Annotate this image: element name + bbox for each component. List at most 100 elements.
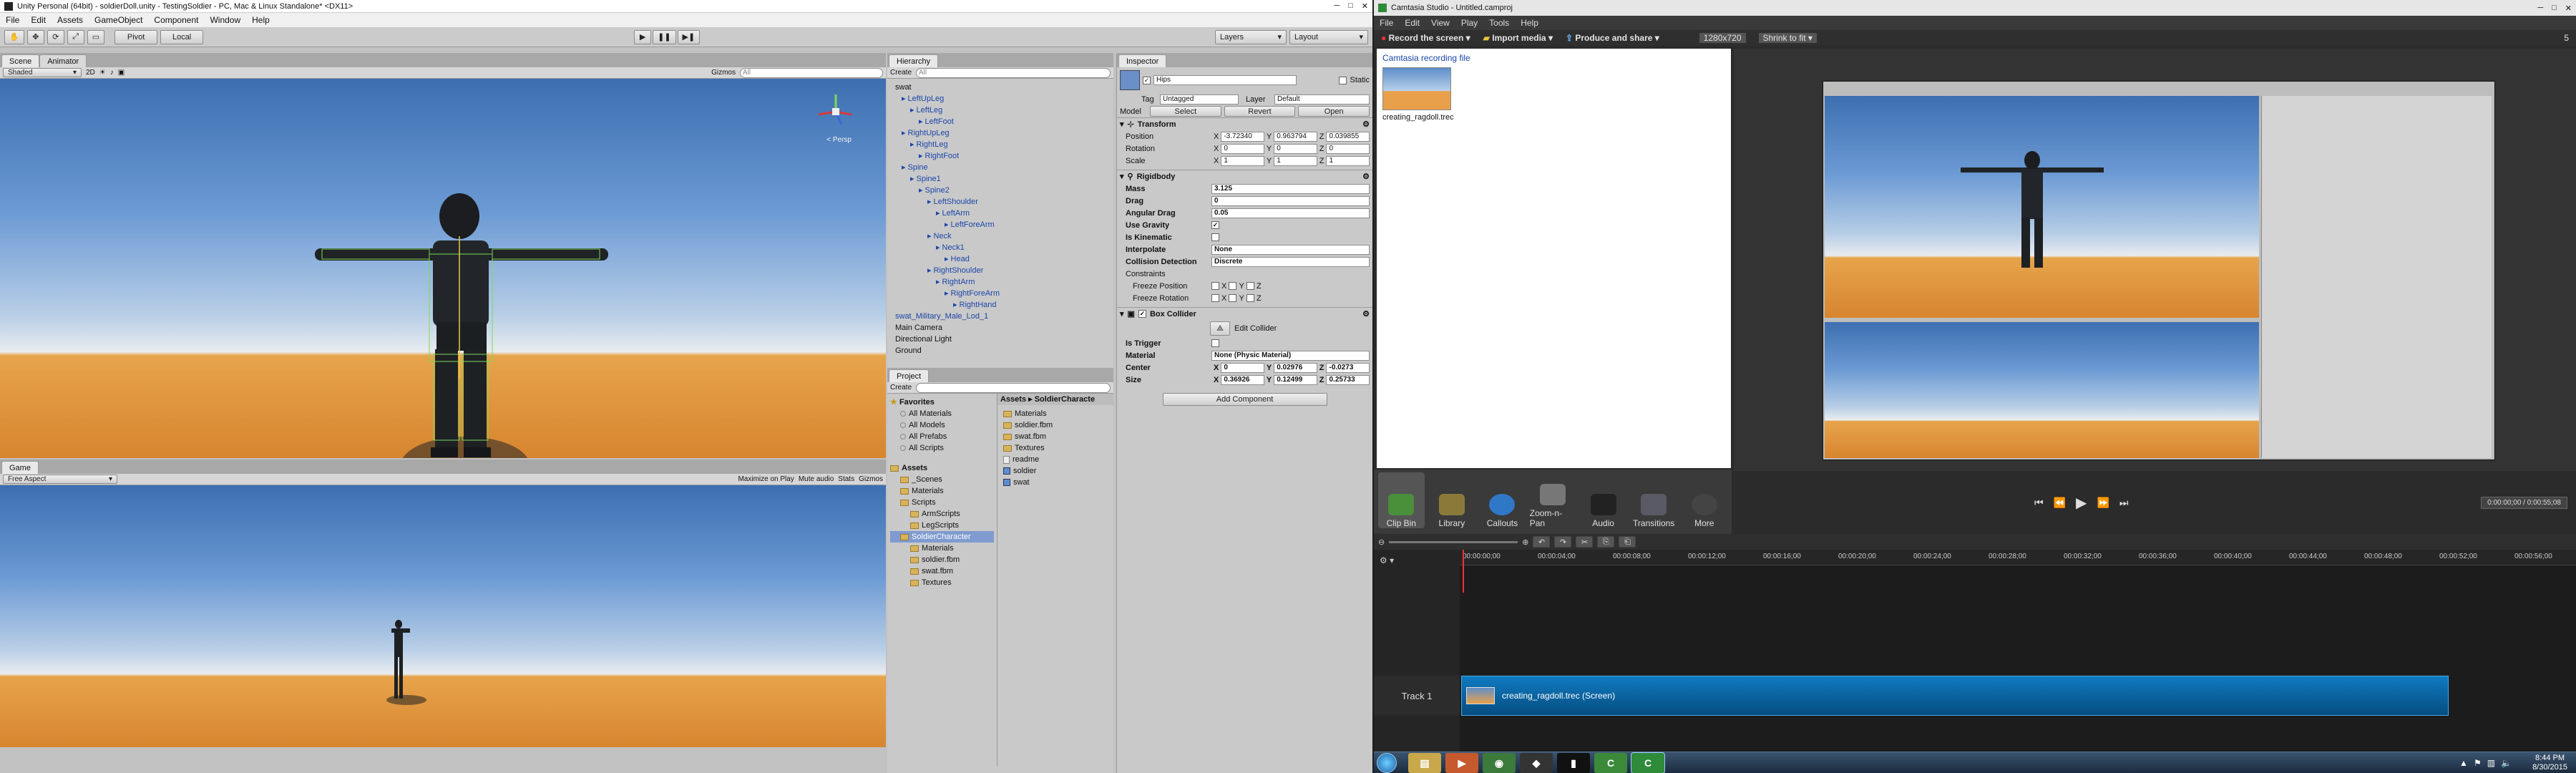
- scale-tool-icon[interactable]: ⤢: [67, 29, 84, 44]
- network-icon[interactable]: ▥: [2487, 758, 2495, 768]
- hierarchy-item[interactable]: ▸ Neck: [890, 230, 1111, 242]
- more-tab[interactable]: More: [1681, 472, 1727, 528]
- project-create-button[interactable]: Create: [890, 384, 912, 392]
- play-button[interactable]: ▶: [634, 29, 652, 44]
- asset-folder[interactable]: LegScripts: [890, 520, 994, 531]
- asset-folder[interactable]: swat.fbm: [890, 565, 994, 577]
- expand-arrow-icon[interactable]: ▸: [910, 140, 914, 149]
- hierarchy-item[interactable]: ▸ RightHand: [890, 299, 1111, 311]
- hierarchy-item[interactable]: ▸ RightArm: [890, 276, 1111, 288]
- favorite-item[interactable]: All Prefabs: [890, 431, 994, 442]
- transitions-tab[interactable]: Transitions: [1631, 472, 1677, 528]
- size-z-field[interactable]: 0.25733: [1326, 374, 1370, 385]
- select-button[interactable]: Select: [1150, 106, 1221, 117]
- mute-audio-toggle[interactable]: Mute audio: [799, 475, 834, 483]
- transform-rotation-y-field[interactable]: 0: [1274, 143, 1317, 154]
- asset-file[interactable]: soldier: [1000, 465, 1111, 477]
- tab-scene[interactable]: Scene: [1, 54, 40, 67]
- resolution-dropdown[interactable]: 1280x720: [1699, 33, 1746, 43]
- asset-folder[interactable]: Materials: [890, 543, 994, 554]
- start-button[interactable]: [1377, 753, 1397, 773]
- asset-file[interactable]: soldier.fbm: [1000, 419, 1111, 431]
- transform-scale-x-field[interactable]: 1: [1221, 155, 1264, 166]
- constraints-label[interactable]: Constraints: [1126, 270, 1211, 278]
- freeze-pos-z[interactable]: [1246, 282, 1254, 290]
- hierarchy-item[interactable]: swat: [890, 82, 1111, 93]
- hierarchy-item[interactable]: ▸ LeftForeArm: [890, 219, 1111, 230]
- asset-folder[interactable]: soldier.fbm: [890, 554, 994, 565]
- library-tab[interactable]: Library: [1429, 472, 1475, 528]
- 2d-toggle[interactable]: 2D: [86, 69, 95, 77]
- cam-menu-play[interactable]: Play: [1461, 18, 1478, 28]
- gear-icon[interactable]: ⚙: [1362, 120, 1370, 129]
- expand-arrow-icon[interactable]: ▸: [910, 106, 914, 115]
- expand-arrow-icon[interactable]: ▸: [927, 266, 932, 275]
- active-checkbox[interactable]: ✓: [1143, 76, 1151, 84]
- axis-x-label[interactable]: X: [1214, 157, 1219, 165]
- minimize-icon[interactable]: ─: [2537, 4, 2543, 13]
- scene-viewport[interactable]: < Persp: [0, 79, 886, 458]
- cam-menu-tools[interactable]: Tools: [1489, 18, 1509, 28]
- hierarchy-item[interactable]: ▸ Neck1: [890, 242, 1111, 253]
- drag-field[interactable]: 0: [1211, 195, 1370, 206]
- system-clock[interactable]: 8:44 PM 8/30/2015: [2532, 754, 2567, 772]
- expand-arrow-icon[interactable]: ▸: [945, 255, 949, 263]
- layers-dropdown[interactable]: Layers ▾: [1215, 29, 1287, 44]
- scene-gizmo-icon[interactable]: [814, 90, 857, 133]
- effects-icon[interactable]: ▣: [118, 69, 125, 77]
- step-button[interactable]: ▶❚: [677, 29, 701, 44]
- expand-arrow-icon[interactable]: ▸: [919, 117, 923, 126]
- pause-button[interactable]: ❚❚: [653, 29, 676, 44]
- transform-header[interactable]: ▾ ⊹ Transform ⚙: [1117, 117, 1372, 130]
- hierarchy-item[interactable]: Main Camera: [890, 322, 1111, 334]
- axis-z-label[interactable]: Z: [1319, 132, 1324, 141]
- forward-button[interactable]: ⏩: [2097, 497, 2109, 509]
- next-button[interactable]: ⏭: [2119, 497, 2129, 509]
- hierarchy-item[interactable]: ▸ LeftUpLeg: [890, 93, 1111, 104]
- asset-folder[interactable]: _Scenes: [890, 474, 994, 485]
- timeline-ruler[interactable]: 00:00:00;00 00:00:04;00 00:00:08;00 00:00:1…: [1460, 550, 2576, 565]
- expand-arrow-icon[interactable]: ▸: [902, 94, 906, 103]
- asset-file[interactable]: readme: [1000, 454, 1111, 465]
- angular-drag-field[interactable]: 0.05: [1211, 208, 1370, 218]
- track-1-header[interactable]: Track 1: [1374, 676, 1460, 716]
- expand-arrow-icon[interactable]: ▸: [936, 278, 940, 286]
- static-checkbox[interactable]: [1339, 76, 1347, 84]
- hierarchy-item[interactable]: swat_Military_Male_Lod_1: [890, 311, 1111, 322]
- material-field[interactable]: None (Physic Material): [1211, 350, 1370, 361]
- tray-arrow-icon[interactable]: ▲: [2459, 758, 2468, 768]
- hierarchy-item[interactable]: Ground: [890, 345, 1111, 356]
- zoom-slider[interactable]: [1389, 540, 1518, 543]
- tab-inspector[interactable]: Inspector: [1118, 54, 1167, 67]
- prev-button[interactable]: ⏮: [2034, 497, 2044, 509]
- track-1-clip[interactable]: creating_ragdoll.trec (Screen): [1461, 676, 2449, 716]
- hierarchy-create-button[interactable]: Create: [890, 69, 912, 77]
- media-player-icon[interactable]: ▶: [1445, 753, 1478, 773]
- game-viewport[interactable]: [0, 485, 886, 747]
- light-icon[interactable]: ☀: [99, 69, 106, 77]
- maximize-icon[interactable]: □: [1348, 1, 1353, 11]
- aspect-dropdown[interactable]: Free Aspect ▾: [3, 475, 117, 484]
- hierarchy-search-input[interactable]: All: [916, 67, 1111, 78]
- hierarchy-item[interactable]: ▸ LeftArm: [890, 208, 1111, 219]
- axis-z-label[interactable]: Z: [1319, 157, 1324, 165]
- cam-menu-view[interactable]: View: [1431, 18, 1450, 28]
- expand-arrow-icon[interactable]: ▸: [927, 198, 932, 206]
- hierarchy-item[interactable]: ▸ RightShoulder: [890, 265, 1111, 276]
- menu-edit[interactable]: Edit: [31, 15, 46, 25]
- rect-tool-icon[interactable]: ▭: [87, 29, 105, 44]
- box-collider-enabled[interactable]: ✓: [1138, 310, 1146, 318]
- use-gravity-checkbox[interactable]: ✓: [1211, 221, 1219, 229]
- expand-arrow-icon[interactable]: ▸: [919, 186, 923, 195]
- axis-y-label[interactable]: Y: [1267, 145, 1272, 153]
- gear-icon[interactable]: ⚙: [1362, 172, 1370, 181]
- asset-folder[interactable]: Materials: [890, 485, 994, 497]
- axis-y-label[interactable]: Y: [1267, 157, 1272, 165]
- import-media-button[interactable]: ▰ Import media ▾: [1483, 33, 1553, 43]
- callouts-tab[interactable]: Callouts: [1479, 472, 1526, 528]
- menu-assets[interactable]: Assets: [57, 15, 83, 25]
- is-kinematic-checkbox[interactable]: [1211, 233, 1219, 241]
- maximize-icon[interactable]: □: [2552, 4, 2557, 13]
- transform-position-y-field[interactable]: 0.963794: [1274, 131, 1317, 142]
- revert-button[interactable]: Revert: [1224, 106, 1296, 117]
